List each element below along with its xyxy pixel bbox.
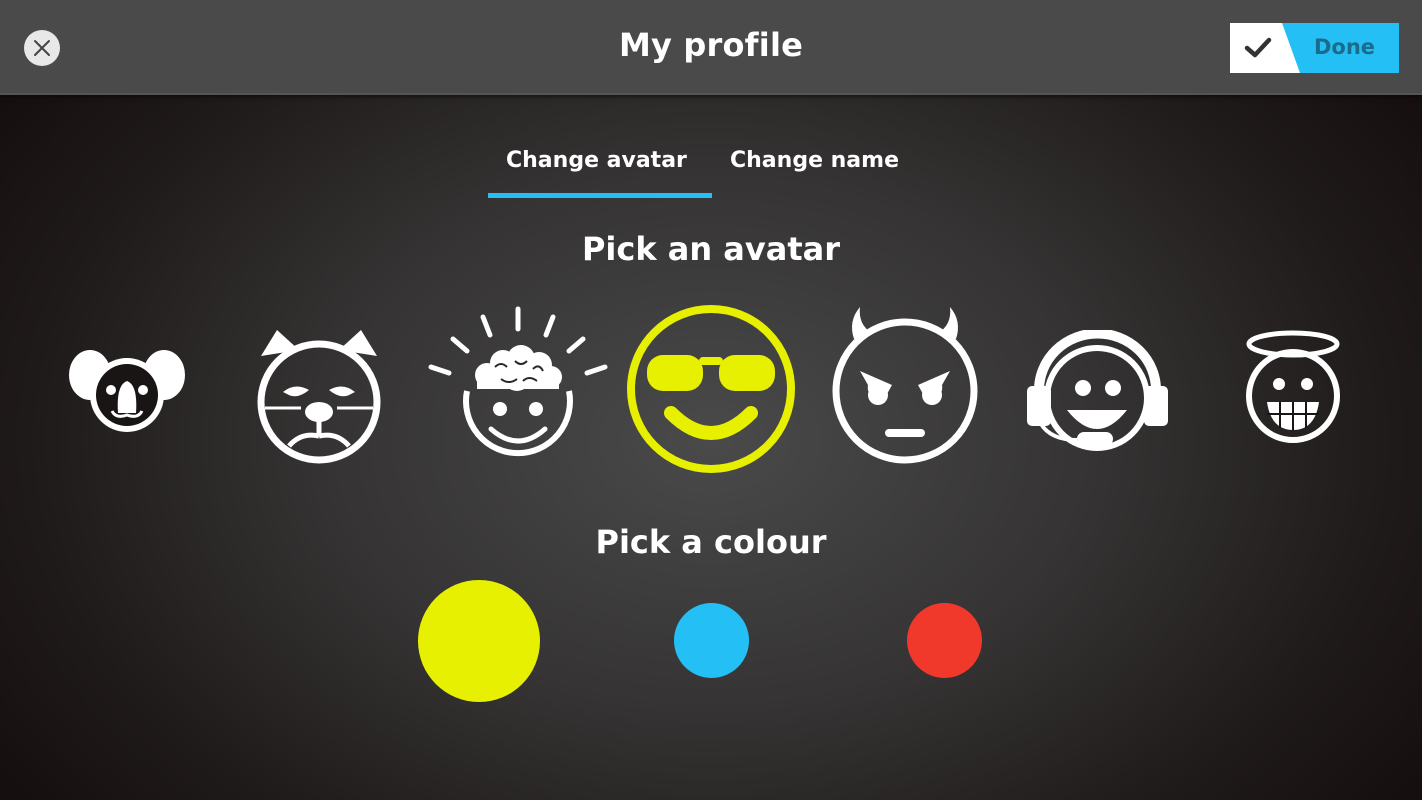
- avatar-section-title: Pick an avatar: [581, 230, 841, 268]
- cat-icon: [257, 330, 381, 464]
- avatar-option-brain[interactable]: [425, 305, 610, 463]
- avatar-option-grumpy-cat[interactable]: [255, 328, 383, 466]
- headset-smiley-icon: [1027, 330, 1168, 451]
- avatar-option-koala[interactable]: [68, 345, 186, 435]
- tab-bar: Change avatar Change name: [0, 140, 1422, 200]
- done-label: Done: [1314, 35, 1376, 59]
- angel-icon: [1246, 330, 1340, 443]
- avatar-option-headset[interactable]: [1025, 330, 1170, 455]
- done-button[interactable]: Done: [1230, 23, 1399, 73]
- avatar-option-devil[interactable]: [830, 305, 980, 465]
- checkmark-icon: [1244, 37, 1272, 58]
- tab-change-avatar[interactable]: Change avatar: [506, 148, 687, 173]
- page-title: My profile: [618, 26, 804, 64]
- top-bar: My profile Done: [0, 0, 1422, 95]
- active-tab-indicator: [488, 193, 712, 198]
- colour-swatch-red[interactable]: [907, 603, 982, 678]
- colour-section-title: Pick a colour: [595, 523, 827, 561]
- avatar-option-angel[interactable]: [1243, 330, 1343, 445]
- sunglasses-smiley-icon: [627, 305, 795, 473]
- brain-icon: [428, 306, 608, 457]
- tab-change-name[interactable]: Change name: [730, 148, 899, 173]
- colour-swatch-blue[interactable]: [674, 603, 749, 678]
- colour-swatch-yellow[interactable]: [418, 580, 540, 702]
- koala-icon: [69, 350, 185, 432]
- avatar-option-sunglasses-smiley[interactable]: [625, 303, 797, 475]
- devil-icon: [832, 307, 978, 464]
